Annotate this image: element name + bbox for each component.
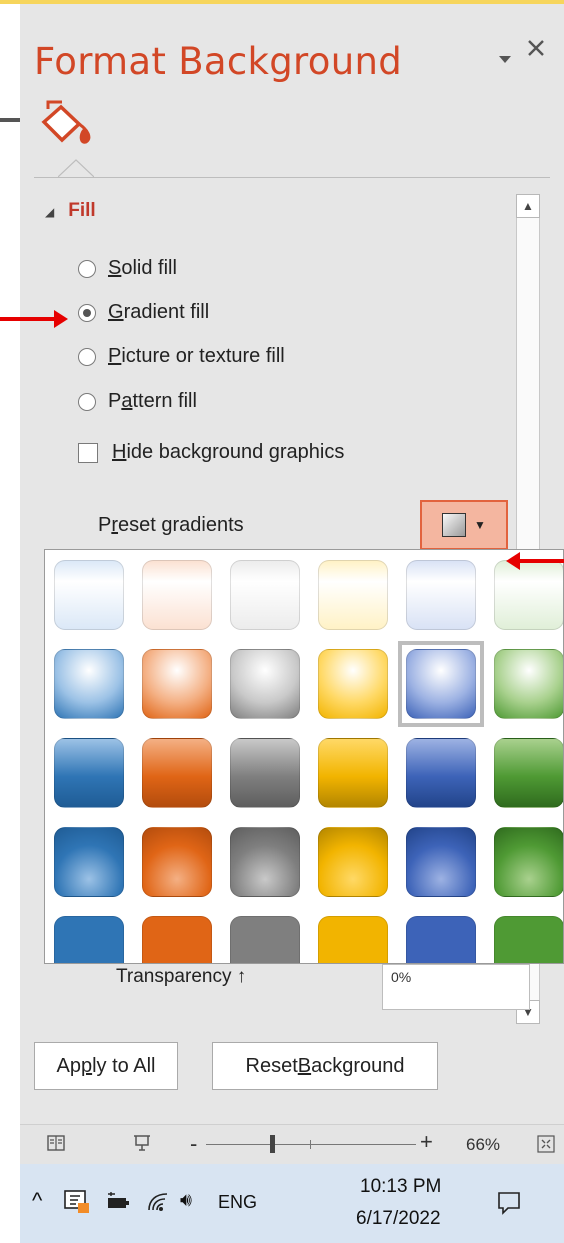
- checkbox-box: [78, 442, 98, 463]
- gradient-swatch-gold-5[interactable]: [318, 916, 388, 963]
- selected-swatch-frame: [398, 641, 484, 727]
- tab-divider: [34, 177, 550, 178]
- gradient-swatch-gray-5[interactable]: [230, 916, 300, 963]
- preset-gradients-dropdown[interactable]: ▼: [420, 500, 508, 550]
- gradient-swatch-blue-1[interactable]: [54, 560, 124, 630]
- gradient-swatch-gray-3[interactable]: [230, 738, 300, 808]
- transparency-field[interactable]: 0%: [382, 964, 530, 1010]
- gradient-swatch-blue-4[interactable]: [54, 827, 124, 897]
- input-language[interactable]: ENG: [218, 1192, 257, 1213]
- caret-down-icon: ▼: [474, 518, 486, 532]
- zoom-center-tick: [310, 1140, 311, 1149]
- radio-indicator: [78, 259, 96, 278]
- gradient-fill-radio[interactable]: Gradient fill: [78, 301, 209, 324]
- gradient-swatch-gray-1[interactable]: [230, 560, 300, 630]
- fit-slide-icon[interactable]: [536, 1134, 556, 1154]
- collapse-triangle-icon: ◢: [45, 205, 55, 219]
- zoom-slider-track[interactable]: [206, 1144, 416, 1145]
- radio-indicator-selected: [78, 303, 96, 322]
- preset-gradients-label: Preset gradients: [98, 514, 244, 536]
- gradient-swatch-green-3[interactable]: [494, 738, 563, 808]
- zoom-in-button[interactable]: +: [420, 1129, 433, 1155]
- hide-background-graphics-checkbox[interactable]: Hide background graphics: [78, 441, 344, 464]
- gradient-swatch-orange-2[interactable]: [142, 649, 212, 719]
- keyboard-tray-icon[interactable]: [64, 1190, 90, 1214]
- wifi-icon[interactable]: [146, 1190, 170, 1212]
- gradient-swatch-orange-4[interactable]: [142, 827, 212, 897]
- gradient-swatch-gray-2[interactable]: [230, 649, 300, 719]
- fill-section-label: Fill: [68, 200, 96, 221]
- zoom-slider-thumb[interactable]: [270, 1135, 275, 1153]
- notification-center-icon[interactable]: [496, 1190, 522, 1216]
- volume-icon[interactable]: 🔊︎: [180, 1190, 192, 1212]
- windows-taskbar: ^ 🔊︎ ENG 10:13 PM 6/17/2022: [20, 1164, 564, 1243]
- gradient-swatch-green-1[interactable]: [494, 560, 563, 630]
- annotation-arrow-preset-button: [506, 552, 564, 570]
- gradient-swatch-indigo-3[interactable]: [406, 738, 476, 808]
- tab-indicator: [58, 159, 94, 178]
- scroll-up-button[interactable]: ▲: [516, 194, 540, 218]
- checkbox-label: Hide background graphics: [112, 441, 345, 463]
- option-label: Gradient fill: [108, 301, 210, 323]
- gradient-swatch-gold-2[interactable]: [318, 649, 388, 719]
- clock-time[interactable]: 10:13 PM: [360, 1176, 441, 1198]
- gradient-swatch-orange-1[interactable]: [142, 560, 212, 630]
- gradient-swatch-blue-2[interactable]: [54, 649, 124, 719]
- gradient-swatch-indigo-4[interactable]: [406, 827, 476, 897]
- option-label: Picture or texture fill: [108, 345, 285, 367]
- annotation-arrow-gradient-fill: [0, 310, 68, 328]
- gradient-swatch-blue-3[interactable]: [54, 738, 124, 808]
- option-label: Solid fill: [108, 257, 177, 279]
- gradient-swatch-green-5[interactable]: [494, 916, 563, 963]
- paint-bucket-icon[interactable]: [40, 100, 96, 146]
- apply-to-all-button[interactable]: Ap p ly to All: [34, 1042, 178, 1090]
- gradient-swatch-green-2[interactable]: [494, 649, 563, 719]
- picture-texture-fill-radio[interactable]: Picture or texture fill: [78, 345, 285, 368]
- gradient-swatch-gold-4[interactable]: [318, 827, 388, 897]
- clock-date[interactable]: 6/17/2022: [356, 1208, 441, 1230]
- preset-gradients-gallery: [44, 549, 564, 964]
- zoom-out-button[interactable]: -: [190, 1131, 197, 1157]
- gradient-swatch-gold-1[interactable]: [318, 560, 388, 630]
- close-icon[interactable]: [526, 38, 546, 64]
- battery-icon[interactable]: [106, 1192, 132, 1212]
- zoom-level[interactable]: 66%: [466, 1135, 500, 1155]
- slide-show-icon[interactable]: [132, 1133, 152, 1153]
- gradient-swatch-gold-3[interactable]: [318, 738, 388, 808]
- status-bar: - + 66%: [20, 1124, 564, 1164]
- caret-down-icon[interactable]: [498, 44, 512, 70]
- pattern-fill-radio[interactable]: Pattern fill: [78, 390, 197, 413]
- gradient-swatch-indigo-5[interactable]: [406, 916, 476, 963]
- gradient-swatch-indigo-1[interactable]: [406, 560, 476, 630]
- gradient-swatch-green-4[interactable]: [494, 827, 563, 897]
- transparency-label: Transparency ↑: [116, 966, 247, 987]
- gradient-swatch-blue-5[interactable]: [54, 916, 124, 963]
- reading-view-icon[interactable]: [46, 1133, 66, 1153]
- gradient-swatch-gray-4[interactable]: [230, 827, 300, 897]
- gradient-swatch-orange-5[interactable]: [142, 916, 212, 963]
- pane-title: Format Background: [34, 40, 402, 83]
- radio-indicator: [78, 347, 96, 366]
- fill-section-header[interactable]: ◢ Fill: [45, 200, 96, 222]
- chevron-up-icon[interactable]: ^: [32, 1188, 42, 1214]
- gradient-swatch-orange-3[interactable]: [142, 738, 212, 808]
- gradient-swatch-icon: [442, 513, 467, 537]
- solid-fill-radio[interactable]: Solid fill: [78, 257, 177, 280]
- option-label: Pattern fill: [108, 390, 197, 412]
- reset-background-button[interactable]: Reset Background: [212, 1042, 438, 1090]
- radio-indicator: [78, 392, 96, 411]
